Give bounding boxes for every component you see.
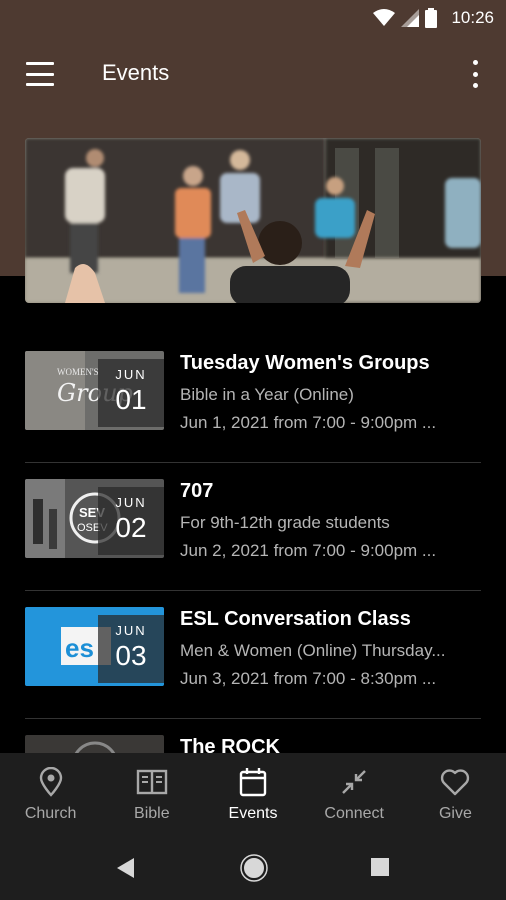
date-day: 03	[115, 640, 147, 671]
more-options-icon[interactable]	[468, 60, 482, 88]
event-subtitle: Bible in a Year (Online)	[180, 385, 354, 404]
nav-label: Events	[228, 805, 278, 822]
event-subtitle: For 9th-12th grade students	[180, 513, 390, 532]
event-subtitle: Men & Women (Online) Thursday...	[180, 641, 446, 660]
system-navigation-bar	[0, 837, 506, 900]
date-month: JUN	[115, 495, 147, 510]
battery-icon	[425, 8, 438, 28]
nav-item-connect[interactable]: Connect	[304, 753, 405, 837]
event-thumbnail	[25, 735, 164, 753]
event-title: ESL Conversation Class	[180, 608, 411, 630]
status-bar: 10:26	[0, 0, 506, 36]
event-datetime: Jun 3, 2021 from 7:00 - 8:30pm ...	[180, 669, 437, 688]
bottom-navigation: Church Bible Events Connect Give	[0, 753, 506, 837]
status-time: 10:26	[451, 8, 494, 27]
back-triangle-icon[interactable]	[116, 857, 136, 879]
connect-arrows-icon	[340, 767, 368, 797]
home-circle-icon[interactable]	[240, 854, 268, 882]
event-title: The ROCK	[180, 736, 280, 753]
event-datetime: Jun 1, 2021 from 7:00 - 9:00pm ...	[180, 413, 437, 432]
date-month: JUN	[115, 623, 147, 638]
nav-label: Bible	[134, 805, 170, 822]
events-list: WOMEN'S Group JUN 01 Tuesday Women's Gro…	[0, 335, 506, 753]
nav-label: Give	[438, 805, 472, 822]
event-title: 707	[180, 480, 214, 502]
event-item[interactable]: The ROCK	[25, 719, 481, 753]
event-item[interactable]: es JUN 03 ESL Conversation Class Men & W…	[25, 591, 481, 719]
date-badge: JUN 01	[98, 359, 164, 427]
hero-image	[25, 138, 481, 303]
date-day: 02	[115, 512, 147, 543]
location-pin-icon	[38, 767, 64, 797]
nav-item-events[interactable]: Events	[202, 753, 303, 837]
wifi-icon	[373, 9, 396, 26]
app-bar: Events	[0, 46, 506, 102]
event-thumbnail: WOMEN'S Group JUN 01	[25, 351, 164, 430]
date-badge: JUN 03	[98, 615, 164, 683]
date-day: 01	[115, 384, 147, 415]
event-title: Tuesday Women's Groups	[180, 352, 430, 374]
hamburger-menu-icon[interactable]	[26, 62, 54, 86]
nav-item-give[interactable]: Give	[405, 753, 506, 837]
date-month: JUN	[115, 367, 147, 382]
heart-icon	[440, 767, 470, 797]
date-badge: JUN 02	[98, 487, 164, 555]
recents-square-icon[interactable]	[371, 858, 389, 876]
nav-item-bible[interactable]: Bible	[101, 753, 202, 837]
svg-text:WOMEN'S: WOMEN'S	[57, 367, 99, 377]
svg-text:es: es	[65, 633, 94, 663]
event-datetime: Jun 2, 2021 from 7:00 - 9:00pm ...	[180, 541, 437, 560]
cell-signal-icon	[401, 9, 420, 27]
event-item[interactable]: WOMEN'S Group JUN 01 Tuesday Women's Gro…	[25, 335, 481, 463]
book-icon	[136, 767, 168, 797]
event-thumbnail: es JUN 03	[25, 607, 164, 686]
event-thumbnail: SEV OSEV JUN 02	[25, 479, 164, 558]
nav-label: Connect	[324, 805, 384, 822]
event-item[interactable]: SEV OSEV JUN 02 707 For 9th-12th grade s…	[25, 463, 481, 591]
calendar-icon	[239, 767, 267, 797]
page-title: Events	[102, 60, 170, 85]
nav-label: Church	[24, 805, 77, 822]
nav-item-church[interactable]: Church	[0, 753, 101, 837]
